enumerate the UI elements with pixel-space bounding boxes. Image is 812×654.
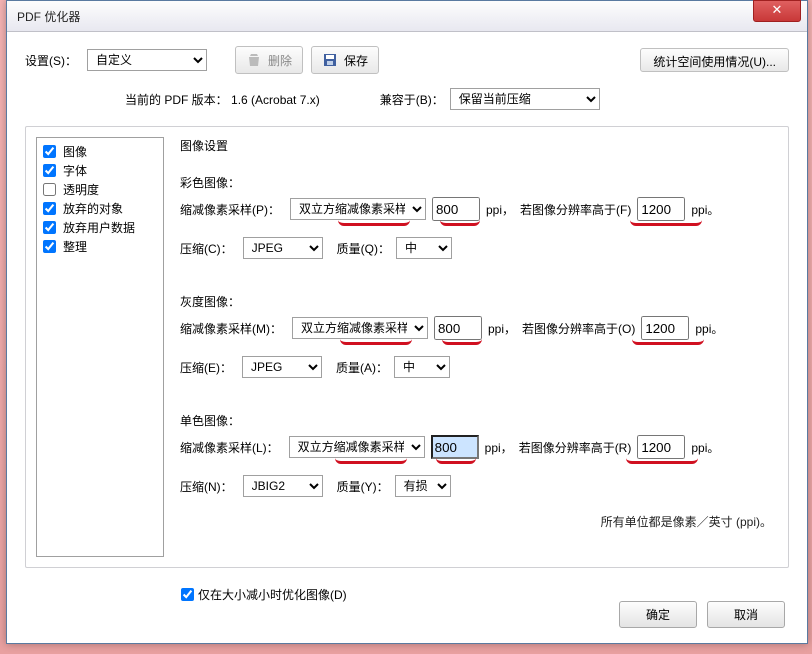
color-threshold-unit: ppi。 [691, 201, 719, 218]
top-toolbar: 设置(S)： 自定义 删除 保存 统计空间使用情况(U)... [25, 46, 789, 74]
sidebar-item-transparency[interactable]: 透明度 [43, 180, 157, 199]
cancel-button[interactable]: 取消 [707, 601, 785, 628]
close-button[interactable]: ✕ [753, 0, 801, 22]
color-downsample-label: 缩减像素采样(P)： [180, 201, 280, 218]
mono-compress-row: 压缩(N)： JBIG2 质量(Y)： 有损 [180, 475, 772, 497]
color-title: 彩色图像： [180, 174, 772, 191]
red-mark-icon [338, 219, 410, 226]
units-note: 所有单位都是像素／英寸 (ppi)。 [180, 513, 772, 530]
image-settings-title: 图像设置 [180, 137, 772, 154]
color-quality-label: 质量(Q)： [337, 240, 390, 257]
sidebar-check-cleanup[interactable] [43, 240, 56, 253]
sidebar-item-discard-userdata[interactable]: 放弃用户数据 [43, 218, 157, 237]
mono-ppi-unit: ppi， [485, 439, 513, 456]
sidebar: 图像 字体 透明度 放弃的对象 放弃用户数据 整理 [36, 137, 164, 557]
gray-downsample-row: 缩减像素采样(M)： 双立方缩减像素采样至 ppi， 若图像分辨率高于(O) p… [180, 316, 772, 340]
gray-quality-label: 质量(A)： [336, 359, 388, 376]
gray-title: 灰度图像： [180, 293, 772, 310]
footer-buttons: 确定 取消 [619, 601, 785, 628]
optimize-only-shrink-label: 仅在大小减小时优化图像(D) [198, 586, 347, 603]
color-threshold-label: 若图像分辨率高于(F) [520, 201, 631, 218]
mono-threshold-input[interactable] [637, 435, 685, 459]
sidebar-check-images[interactable] [43, 145, 56, 158]
ok-button[interactable]: 确定 [619, 601, 697, 628]
gray-threshold-input[interactable] [641, 316, 689, 340]
gray-quality-select[interactable]: 中 [394, 356, 450, 378]
color-ppi-unit: ppi， [486, 201, 514, 218]
color-downsample-row: 缩减像素采样(P)： 双立方缩减像素采样至 ppi， 若图像分辨率高于(F) p… [180, 197, 772, 221]
sidebar-check-discard-userdata[interactable] [43, 221, 56, 234]
color-compress-row: 压缩(C)： JPEG 质量(Q)： 中 [180, 237, 772, 259]
red-mark-icon [442, 338, 482, 345]
gray-downsample-select[interactable]: 双立方缩减像素采样至 [292, 317, 428, 339]
gray-threshold-label: 若图像分辨率高于(O) [522, 320, 635, 337]
color-compress-label: 压缩(C)： [180, 240, 233, 257]
sidebar-item-images[interactable]: 图像 [43, 142, 157, 161]
mono-title: 单色图像： [180, 412, 772, 429]
sidebar-item-fonts[interactable]: 字体 [43, 161, 157, 180]
gray-ppi-input[interactable] [434, 316, 482, 340]
sidebar-check-fonts[interactable] [43, 164, 56, 177]
mono-downsample-select[interactable]: 双立方缩减像素采样至 [289, 436, 425, 458]
sidebar-check-transparency[interactable] [43, 183, 56, 196]
sidebar-item-cleanup[interactable]: 整理 [43, 237, 157, 256]
mono-threshold-label: 若图像分辨率高于(R) [519, 439, 632, 456]
delete-label: 删除 [268, 52, 292, 69]
red-mark-icon [335, 457, 407, 464]
main-panel: 图像 字体 透明度 放弃的对象 放弃用户数据 整理 图像设置 彩色图像： 缩减像… [25, 126, 789, 568]
save-button[interactable]: 保存 [311, 46, 379, 74]
trash-icon [246, 52, 262, 68]
save-icon [322, 52, 338, 68]
gray-downsample-label: 缩减像素采样(M)： [180, 320, 282, 337]
gray-compress-row: 压缩(E)： JPEG 质量(A)： 中 [180, 356, 772, 378]
mono-ppi-input[interactable] [431, 435, 479, 459]
window-title: PDF 优化器 [17, 8, 80, 25]
dialog-window: PDF 优化器 ✕ 设置(S)： 自定义 删除 保存 统计空间使用情况(U).. [6, 0, 808, 644]
compat-select[interactable]: 保留当前压缩 [450, 88, 600, 110]
color-ppi-input[interactable] [432, 197, 480, 221]
color-threshold-input[interactable] [637, 197, 685, 221]
red-mark-icon [340, 338, 412, 345]
color-downsample-select[interactable]: 双立方缩减像素采样至 [290, 198, 426, 220]
save-label: 保存 [344, 52, 368, 69]
delete-button[interactable]: 删除 [235, 46, 303, 74]
current-version-value: 1.6 (Acrobat 7.x) [231, 93, 320, 107]
titlebar: PDF 优化器 ✕ [7, 1, 807, 32]
mono-quality-select[interactable]: 有损 [395, 475, 451, 497]
mono-downsample-row: 缩减像素采样(L)： 双立方缩减像素采样至 ppi， 若图像分辨率高于(R) p… [180, 435, 772, 459]
settings-label: 设置(S)： [25, 52, 77, 69]
color-quality-select[interactable]: 中 [396, 237, 452, 259]
settings-select[interactable]: 自定义 [87, 49, 207, 71]
image-settings-pane: 图像设置 彩色图像： 缩减像素采样(P)： 双立方缩减像素采样至 ppi， 若图… [174, 127, 788, 567]
gray-compress-select[interactable]: JPEG [242, 356, 322, 378]
gray-compress-label: 压缩(E)： [180, 359, 232, 376]
mono-quality-label: 质量(Y)： [337, 478, 389, 495]
red-mark-icon [440, 219, 480, 226]
current-version-label: 当前的 PDF 版本： [125, 93, 228, 107]
sidebar-check-discard-objects[interactable] [43, 202, 56, 215]
mono-compress-label: 压缩(N)： [180, 478, 233, 495]
optimize-only-shrink-checkbox[interactable] [181, 588, 194, 601]
gray-threshold-unit: ppi。 [695, 320, 723, 337]
content-area: 设置(S)： 自定义 删除 保存 统计空间使用情况(U)... 当前的 P [7, 32, 807, 644]
mono-compress-select[interactable]: JBIG2 [243, 475, 323, 497]
gray-ppi-unit: ppi， [488, 320, 516, 337]
color-compress-select[interactable]: JPEG [243, 237, 323, 259]
red-mark-icon [626, 457, 698, 464]
sidebar-item-discard-objects[interactable]: 放弃的对象 [43, 199, 157, 218]
version-info-row: 当前的 PDF 版本： 1.6 (Acrobat 7.x) 兼容于(B)： 保留… [125, 88, 789, 110]
red-mark-icon [436, 457, 476, 464]
mono-threshold-unit: ppi。 [691, 439, 719, 456]
mono-downsample-label: 缩减像素采样(L)： [180, 439, 279, 456]
compat-label: 兼容于(B)： [380, 91, 444, 108]
red-mark-icon [632, 338, 704, 345]
red-mark-icon [630, 219, 702, 226]
usage-button[interactable]: 统计空间使用情况(U)... [640, 48, 789, 72]
